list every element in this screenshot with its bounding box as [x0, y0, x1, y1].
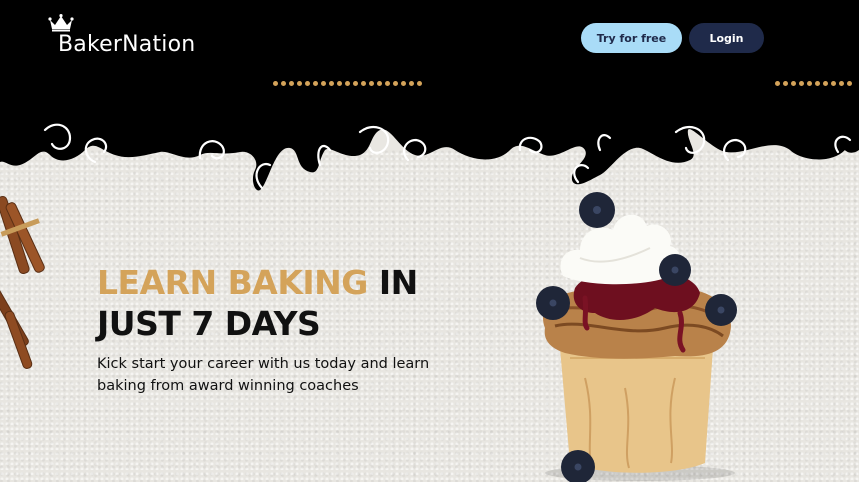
hero-subtitle: Kick start your career with us today and…: [97, 353, 457, 397]
hero-subtitle-line-2: baking from award winning coaches: [97, 378, 359, 394]
try-for-free-button[interactable]: Try for free: [581, 23, 682, 53]
decorative-dots-right: [775, 81, 852, 87]
hero-subtitle-line-1: Kick start your career with us today and…: [97, 356, 430, 372]
hero-title: LEARN BAKING IN JUST 7 DAYS: [97, 262, 418, 344]
cupcake-image: [536, 192, 737, 482]
crown-icon: [48, 14, 74, 32]
brand-name: BakerNation: [58, 32, 196, 57]
landing-page: BakerNation Try for free Login LEARN BAK…: [0, 0, 859, 482]
cinnamon-sticks-image: [0, 195, 45, 369]
hero-title-line-2: JUST 7 DAYS: [97, 304, 321, 343]
hero-title-rest: IN: [367, 263, 418, 302]
login-button[interactable]: Login: [689, 23, 764, 53]
decorative-dots-left: [273, 81, 422, 87]
hero-title-accent: LEARN BAKING: [97, 263, 368, 302]
